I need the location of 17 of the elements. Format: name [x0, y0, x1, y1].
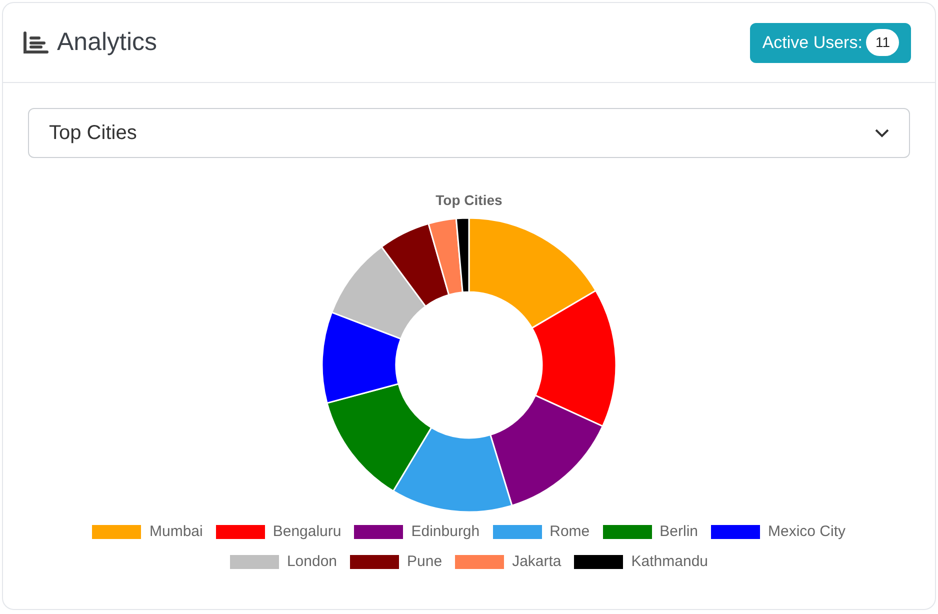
legend-label: Berlin — [660, 522, 698, 542]
legend-label: Edinburgh — [411, 522, 480, 542]
legend-label: Pune — [407, 552, 442, 572]
legend-label: Mumbai — [149, 522, 203, 542]
city-select[interactable]: Top Cities — [28, 108, 910, 158]
badge-label: Active Users: — [762, 32, 862, 54]
page-title: Analytics — [57, 26, 158, 58]
legend-label: London — [286, 552, 338, 572]
user-count: 11 — [866, 29, 899, 56]
chart-title: Top Cities — [436, 191, 502, 210]
legend-label: Mexico City — [768, 522, 846, 542]
legend-label: Jakarta — [512, 552, 562, 572]
legend-label: Bengaluru — [272, 522, 342, 542]
legend-label: Rome — [550, 522, 590, 542]
legend-label: Kathmandu — [631, 552, 708, 572]
chevron-down-icon — [875, 128, 889, 138]
chart-icon — [23, 30, 49, 54]
